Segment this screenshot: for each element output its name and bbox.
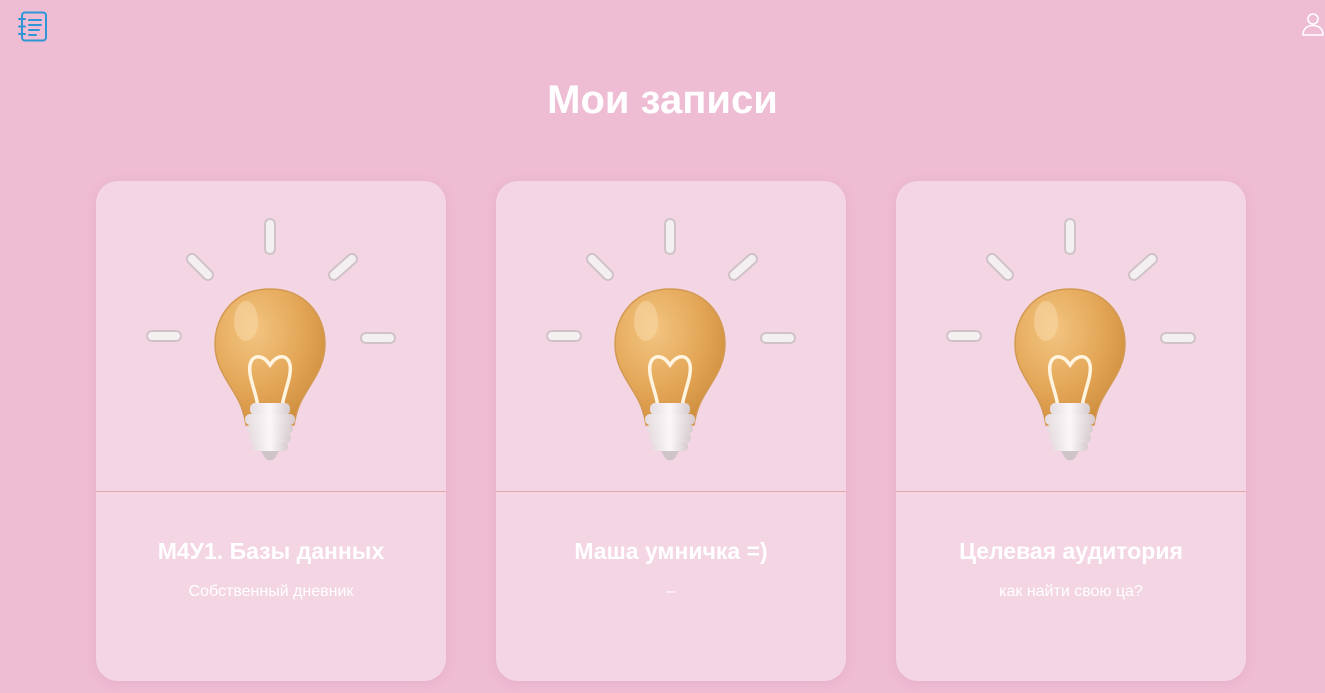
note-card[interactable]: Целевая аудитория как найти свою ца? bbox=[896, 181, 1246, 681]
note-card[interactable]: Маша умничка =) – bbox=[496, 181, 846, 681]
card-title: Целевая аудитория bbox=[959, 538, 1183, 564]
card-divider bbox=[96, 491, 446, 492]
lightbulb-illustration bbox=[896, 181, 1246, 491]
lightbulb-illustration bbox=[496, 181, 846, 491]
page-title: Мои записи bbox=[547, 78, 778, 122]
card-subtitle: Собственный дневник bbox=[188, 583, 354, 600]
lightbulb-illustration bbox=[96, 181, 446, 491]
notebook-logo-icon[interactable] bbox=[18, 11, 48, 42]
card-divider bbox=[496, 491, 846, 492]
card-divider bbox=[896, 491, 1246, 492]
card-subtitle: – bbox=[666, 583, 676, 600]
card-title: Маша умничка =) bbox=[574, 538, 768, 564]
user-profile-icon[interactable] bbox=[1301, 12, 1325, 36]
card-subtitle: как найти свою ца? bbox=[999, 583, 1143, 600]
note-card[interactable]: М4У1. Базы данных Собственный дневник bbox=[96, 181, 446, 681]
card-title: М4У1. Базы данных bbox=[157, 538, 385, 564]
